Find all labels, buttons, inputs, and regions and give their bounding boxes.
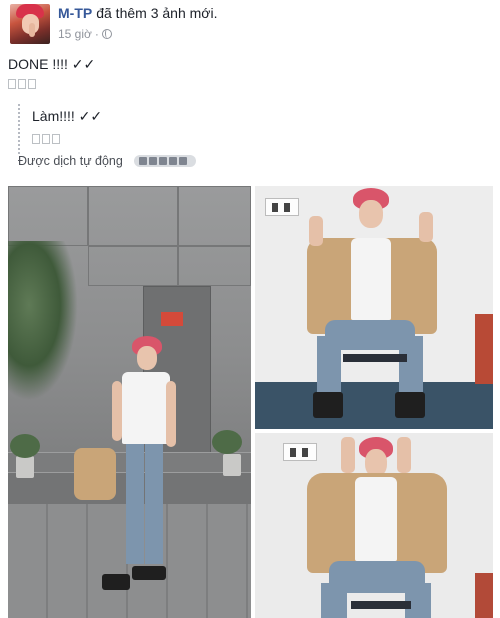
missing-glyph-icon — [28, 79, 36, 89]
boot — [102, 574, 130, 590]
stool — [343, 354, 407, 362]
rating-star[interactable] — [169, 157, 178, 165]
missing-glyph-icon — [42, 134, 50, 144]
arm — [166, 381, 176, 447]
red-furniture — [475, 573, 493, 618]
rating-star[interactable] — [179, 157, 188, 165]
boot — [313, 392, 343, 418]
palm-plant — [8, 241, 78, 401]
jeans-leg — [317, 336, 341, 392]
blue-floor — [255, 382, 493, 429]
flower-pot — [16, 456, 34, 478]
raised-hand — [419, 212, 433, 242]
missing-glyph-icon — [8, 79, 16, 89]
face — [137, 346, 157, 370]
missing-glyph-icon — [52, 134, 60, 144]
translated-text: Làm!!!! ✓✓ — [32, 108, 103, 124]
rating-star[interactable] — [139, 157, 148, 165]
meta-separator: · — [94, 27, 99, 41]
photo-top-right[interactable] — [255, 186, 493, 429]
potted-plant — [10, 434, 40, 458]
wall-panel — [88, 246, 178, 286]
photo-bottom-right[interactable] — [255, 433, 493, 618]
wall-panel — [178, 246, 251, 286]
jeans-leg — [145, 444, 163, 564]
missing-glyph-icon — [18, 79, 26, 89]
wall-panel — [178, 186, 251, 246]
arm — [112, 381, 122, 441]
auto-translated-label: Được dịch tự động — [18, 154, 123, 168]
rating-star[interactable] — [159, 157, 168, 165]
raised-hand — [309, 216, 323, 246]
rating-star[interactable] — [149, 157, 158, 165]
face — [359, 200, 383, 228]
unrendered-emoji-row — [8, 78, 38, 92]
flower-pot — [223, 454, 241, 476]
raised-hand — [397, 437, 411, 473]
wall-panel — [8, 186, 88, 246]
post-text: DONE !!!! ✓✓ — [8, 56, 96, 72]
photo-main[interactable] — [8, 186, 251, 618]
globe-icon[interactable] — [101, 29, 112, 39]
author-name-link[interactable]: M-TP — [58, 5, 92, 21]
rating-stars-icon[interactable] — [134, 155, 197, 167]
avatar[interactable] — [10, 4, 50, 44]
door-sign — [161, 312, 183, 326]
post-header: M-TP đã thêm 3 ảnh mới. 15 giờ · — [10, 4, 490, 44]
raised-hand — [341, 437, 355, 473]
white-tshirt — [122, 372, 170, 444]
jeans-leg — [399, 336, 423, 392]
stool — [351, 601, 411, 609]
facebook-post: M-TP đã thêm 3 ảnh mới. 15 giờ · DONE !!!!… — [0, 0, 500, 618]
jeans-leg — [126, 444, 144, 564]
wall-switch — [265, 198, 299, 216]
potted-plant — [212, 430, 242, 454]
wall-switch — [283, 443, 317, 461]
translation-block: Làm!!!! ✓✓ — [18, 104, 102, 154]
post-timestamp-link[interactable]: 15 giờ — [58, 27, 92, 41]
boot — [132, 566, 166, 580]
avatar-hand — [29, 23, 35, 37]
missing-glyph-icon — [32, 134, 40, 144]
post-action-text: đã thêm 3 ảnh mới. — [96, 5, 218, 21]
translated-emoji-row — [32, 131, 102, 149]
post-headline: M-TP đã thêm 3 ảnh mới. — [58, 5, 217, 21]
held-jacket — [74, 448, 116, 500]
boot — [395, 392, 425, 418]
white-tshirt — [355, 477, 397, 561]
wall-panel — [88, 186, 178, 246]
jeans-leg — [321, 583, 347, 618]
auto-translated-row: Được dịch tự động — [18, 154, 197, 168]
post-meta: 15 giờ · — [58, 27, 112, 41]
red-furniture — [475, 314, 493, 384]
white-tshirt — [351, 238, 391, 320]
